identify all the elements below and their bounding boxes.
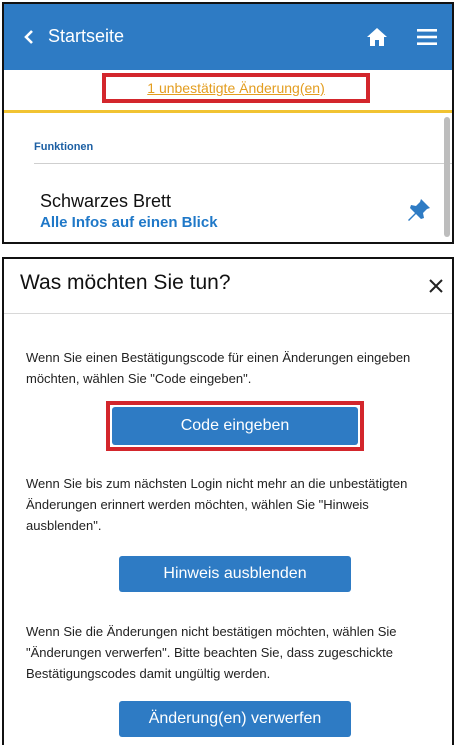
hide-hint-button[interactable]: Hinweis ausblenden	[119, 556, 351, 592]
dialog-divider	[4, 313, 452, 314]
hamburger-menu-icon[interactable]	[417, 28, 437, 46]
dialog-title: Was möchten Sie tun?	[20, 271, 231, 294]
app-header: Startseite	[4, 4, 452, 70]
home-icon[interactable]	[366, 27, 388, 47]
code-instruction-text: Wenn Sie einen Bestätigungscode für eine…	[26, 350, 411, 386]
unconfirmed-changes-link[interactable]: 1 unbestätigte Änderung(en)	[102, 73, 370, 103]
board-subtitle[interactable]: Alle Infos auf einen Blick	[40, 214, 218, 231]
app-screen-panel: Startseite 1 unbestätigte Änderung(en) F…	[2, 2, 454, 244]
chevron-left-icon	[24, 29, 33, 44]
discard-changes-button[interactable]: Änderung(en) verwerfen	[119, 701, 351, 737]
notice-bar: 1 unbestätigte Änderung(en)	[4, 70, 452, 113]
board-title[interactable]: Schwarzes Brett	[40, 191, 171, 212]
back-link[interactable]: Startseite	[24, 26, 124, 47]
functions-section: Funktionen Schwarzes Brett Alle Infos au…	[4, 113, 452, 242]
section-label: Funktionen	[34, 141, 94, 153]
pin-icon[interactable]	[406, 197, 432, 223]
scrollbar[interactable]	[444, 117, 450, 237]
hint-instruction-text: Wenn Sie bis zum nächsten Login nicht me…	[26, 476, 408, 533]
enter-code-button[interactable]: Code eingeben	[112, 407, 358, 445]
close-icon[interactable]	[429, 279, 443, 293]
discard-instruction-text: Wenn Sie die Änderungen nicht bestätigen…	[26, 624, 397, 681]
action-dialog: Was möchten Sie tun? Wenn Sie einen Best…	[2, 257, 454, 745]
section-divider	[34, 163, 452, 164]
back-link-label: Startseite	[48, 26, 125, 46]
